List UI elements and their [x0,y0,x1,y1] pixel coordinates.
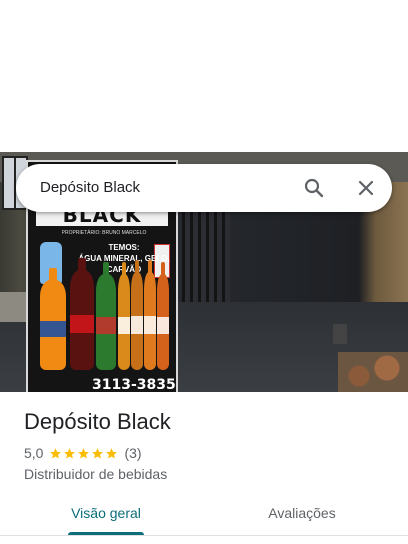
bottle-guarana [96,262,116,370]
bottle-beer-3 [144,260,156,370]
search-bar[interactable]: Depósito Black [16,164,392,212]
place-title: Depósito Black [24,409,171,434]
bottle-beer-4 [157,262,169,370]
rating-stars [49,447,118,460]
bottle-beer-1 [118,262,130,370]
search-input[interactable]: Depósito Black [40,164,140,212]
place-category: Distribuidor de bebidas [24,466,168,482]
bottle-beer-2 [131,260,143,370]
photo-bucket [333,324,347,344]
photo-rubble [338,352,408,392]
review-count[interactable]: (3) [124,445,141,461]
tabs-divider [0,535,408,536]
rating-value: 5,0 [24,445,44,461]
bottle-orange-soda [40,268,66,370]
star-icon [78,447,90,458]
tab-overview[interactable]: Visão geral [68,502,144,536]
sign-temos-label: TEMOS: [108,243,140,252]
star-icon [50,447,62,458]
sign-phone: 3113-3835 [92,377,176,392]
tab-reviews[interactable]: Avaliações [262,502,342,536]
bottle-cola [70,258,94,370]
close-icon[interactable] [354,176,378,200]
search-icon[interactable] [302,176,326,200]
star-icon [92,447,104,458]
sign-owner: PROPRIETÁRIO: BRUNO MARCELO [61,230,147,236]
rating-row[interactable]: 5,0 (3) [24,444,142,462]
star-icon [106,447,118,458]
star-icon [64,447,76,458]
